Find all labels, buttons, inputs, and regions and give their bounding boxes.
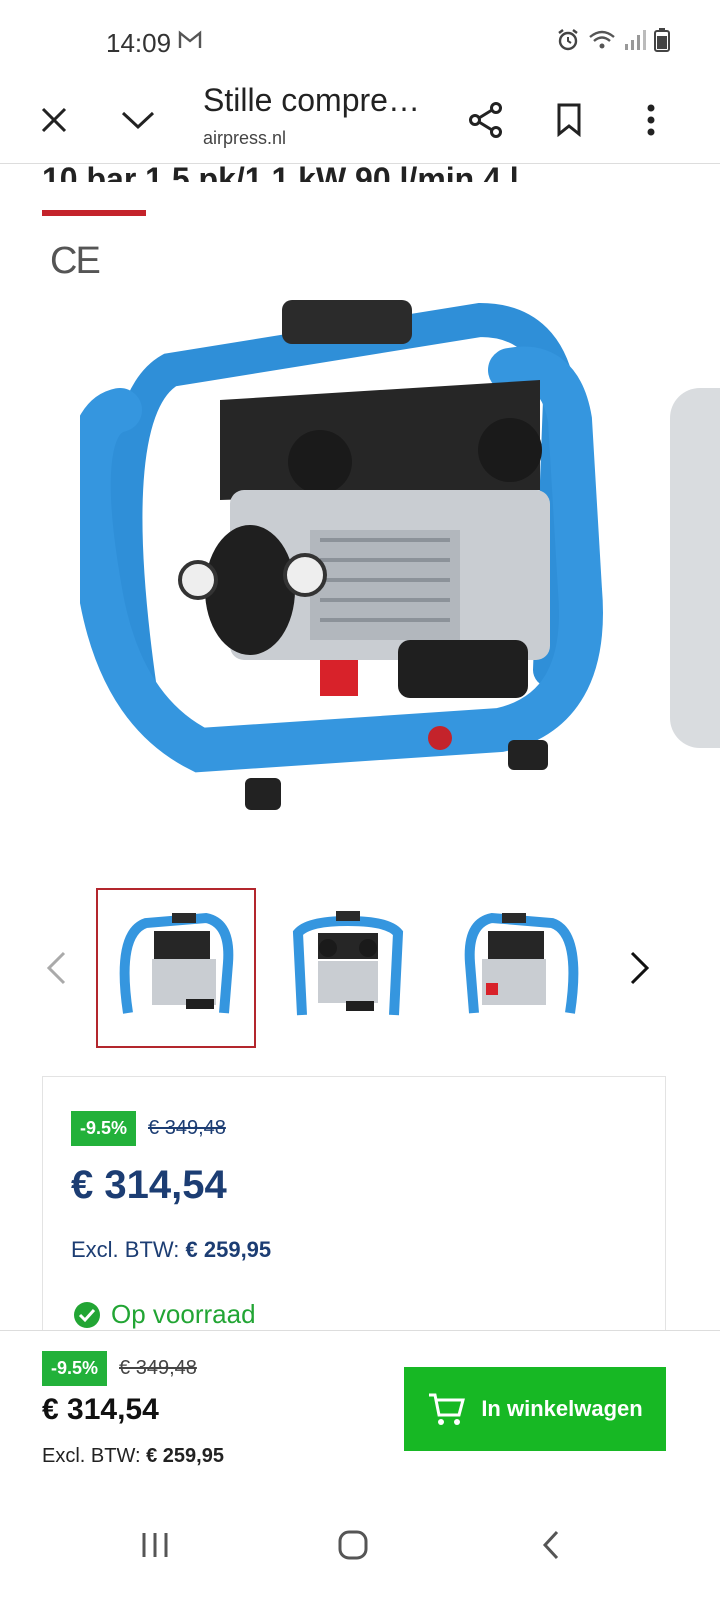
sticky-excl-vat-label: Excl. BTW:	[42, 1445, 141, 1467]
heading-underline	[42, 210, 146, 216]
sticky-excl-vat-value: € 259,95	[146, 1445, 224, 1467]
add-to-cart-label: In winkelwagen	[481, 1396, 643, 1421]
recent-apps-icon	[142, 1533, 168, 1557]
sticky-discount-row: -9.5% € 349,48	[42, 1351, 197, 1386]
cart-icon	[429, 1393, 466, 1425]
edge-panel-handle[interactable]	[670, 388, 720, 748]
excl-vat-label: Excl. BTW:	[71, 1237, 180, 1262]
share-icon	[469, 102, 502, 138]
thumbnail-2[interactable]	[268, 888, 428, 1048]
bookmark-icon	[557, 103, 581, 137]
sticky-excl-vat: Excl. BTW: € 259,95	[42, 1445, 224, 1468]
excl-vat-value: € 259,95	[185, 1237, 272, 1262]
check-circle-icon	[74, 1301, 100, 1328]
share-button[interactable]	[458, 92, 514, 148]
home-button[interactable]	[318, 1510, 388, 1580]
status-icons	[556, 28, 670, 57]
more-vert-icon	[647, 104, 655, 136]
ce-mark: CE	[50, 240, 101, 282]
recent-apps-button[interactable]	[120, 1510, 190, 1580]
discount-badge: -9.5%	[71, 1111, 137, 1146]
current-price: € 314,54	[71, 1163, 227, 1207]
discount-row: -9.5% € 349,48	[71, 1111, 226, 1146]
chevron-down-icon	[121, 111, 155, 130]
thumbnail-1[interactable]	[96, 888, 256, 1048]
chevron-right-icon	[630, 951, 650, 985]
more-options-button[interactable]	[623, 92, 679, 148]
back-button[interactable]	[516, 1510, 586, 1580]
page-title: Stille compre…	[203, 82, 420, 118]
product-image[interactable]	[66, 290, 640, 830]
home-icon	[338, 1530, 368, 1560]
status-time: 14:09	[106, 28, 172, 58]
alarm-icon	[556, 28, 580, 57]
signal-icon	[624, 29, 646, 56]
excl-vat-price: Excl. BTW: € 259,95	[71, 1237, 271, 1263]
system-nav-bar	[0, 1488, 720, 1600]
sticky-old-price: € 349,48	[119, 1357, 197, 1379]
thumbnail-3[interactable]	[442, 888, 602, 1048]
close-button[interactable]	[26, 92, 82, 148]
close-icon	[41, 107, 67, 133]
chevron-left-icon	[46, 951, 66, 985]
old-price: € 349,48	[148, 1117, 226, 1139]
status-bar: 14:09	[0, 0, 720, 86]
carousel-prev-button[interactable]	[44, 950, 80, 990]
bookmark-button[interactable]	[541, 92, 597, 148]
back-icon	[542, 1530, 559, 1560]
stock-status: Op voorraad	[73, 1299, 256, 1330]
battery-icon	[654, 28, 670, 57]
gmail-icon	[178, 30, 202, 55]
wifi-icon	[588, 29, 616, 56]
custom-tab-toolbar: Stille compre… airpress.nl	[0, 80, 720, 164]
add-to-cart-button[interactable]: In winkelwagen	[404, 1367, 666, 1451]
stock-text: Op voorraad	[111, 1299, 256, 1329]
sticky-price: € 314,54	[42, 1393, 159, 1426]
carousel-next-button[interactable]	[628, 950, 664, 990]
sticky-buy-bar: -9.5% € 349,48 € 314,54 Excl. BTW: € 259…	[0, 1330, 720, 1488]
page-url: airpress.nl	[203, 128, 287, 148]
sticky-discount-badge: -9.5%	[42, 1351, 108, 1386]
minimize-button[interactable]	[110, 92, 166, 148]
